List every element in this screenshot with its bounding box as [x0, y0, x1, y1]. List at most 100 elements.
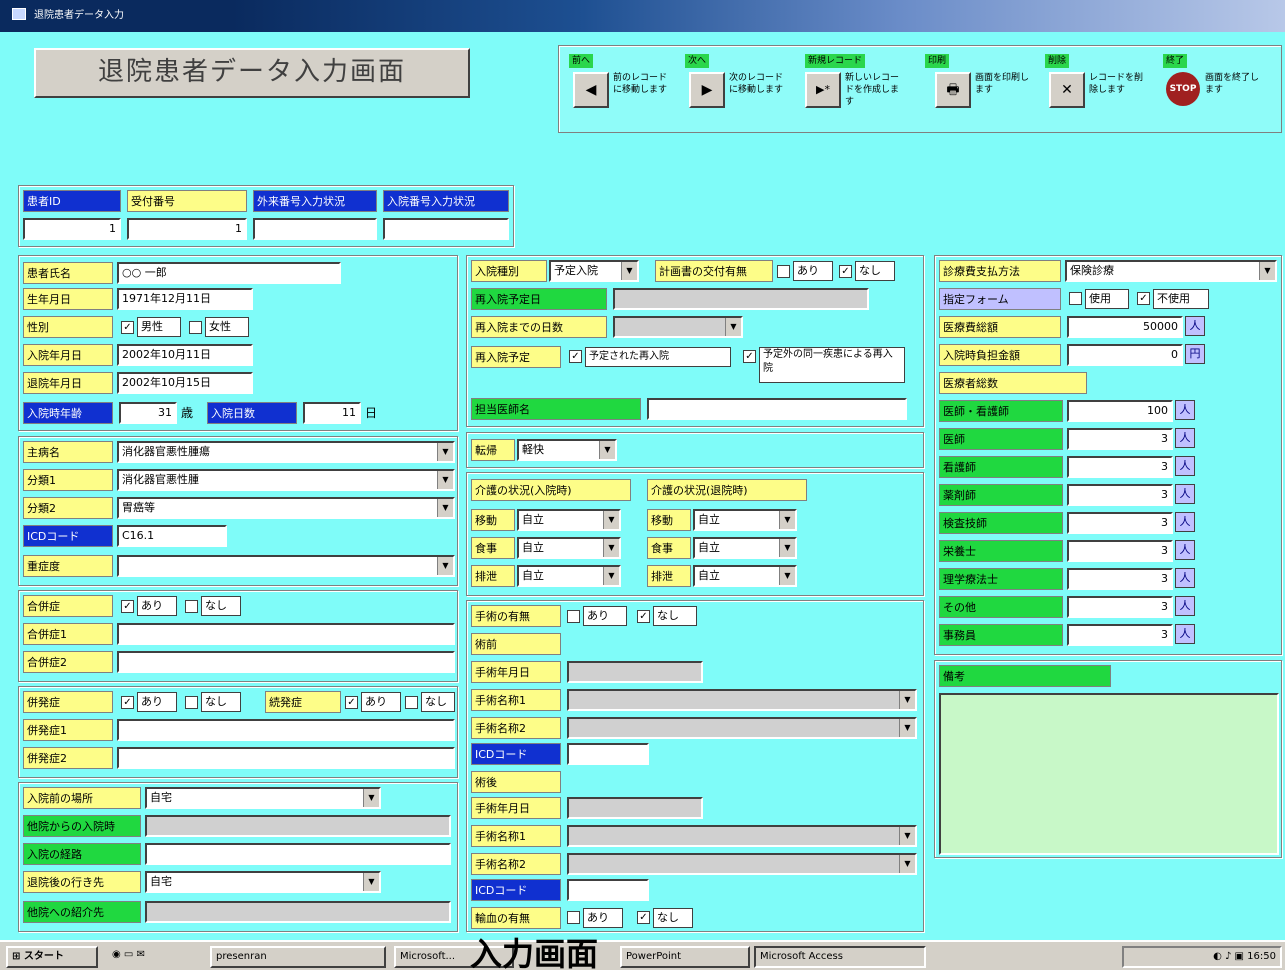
outpatient-status-input[interactable]: [253, 218, 377, 240]
surgery2-proc-a-select[interactable]: ▼: [567, 825, 917, 847]
category2-select[interactable]: 胃癌等 ▼: [117, 497, 455, 519]
staff-row-input[interactable]: 3: [1067, 428, 1173, 450]
surgery2-icd-input[interactable]: [567, 879, 649, 901]
person-icon[interactable]: 人: [1175, 540, 1195, 560]
icd-code-input[interactable]: C16.1: [117, 525, 227, 547]
new-record-button[interactable]: ▶*: [805, 72, 841, 108]
plan-yes-checkbox[interactable]: [777, 265, 790, 278]
name-input[interactable]: ○○ 一郎: [117, 262, 341, 284]
print-button[interactable]: 🖶: [935, 72, 971, 108]
staff-row-input[interactable]: 3: [1067, 512, 1173, 534]
staff-row-input[interactable]: 3: [1067, 624, 1173, 646]
sex-label: 性別: [23, 316, 113, 338]
person-icon[interactable]: 人: [1175, 428, 1195, 448]
discharge-date-input[interactable]: 2002年10月15日: [117, 372, 253, 394]
person-icon[interactable]: 人: [1185, 316, 1205, 336]
adl-admission-select[interactable]: 自立 ▼: [517, 565, 621, 587]
staff-row-input[interactable]: 3: [1067, 596, 1173, 618]
notes-textarea[interactable]: [939, 693, 1279, 855]
complication-no-checkbox[interactable]: [185, 696, 198, 709]
person-icon[interactable]: 人: [1175, 512, 1195, 532]
transfusion-yes-checkbox[interactable]: [567, 911, 580, 924]
sex-female-checkbox[interactable]: [189, 321, 202, 334]
copay-input[interactable]: 0: [1067, 344, 1183, 366]
staff-row-label: 医師・看護師: [939, 400, 1063, 422]
next-record-button[interactable]: ▶: [689, 72, 725, 108]
comorbidity-no-checkbox[interactable]: [185, 600, 198, 613]
referral-dest-input[interactable]: [145, 901, 451, 923]
comorbidity-yes-checkbox[interactable]: ✓: [121, 600, 134, 613]
adl-discharge-select[interactable]: 自立 ▼: [693, 509, 797, 531]
prev-record-button[interactable]: ◀: [573, 72, 609, 108]
post-discharge-select[interactable]: 自宅 ▼: [145, 871, 381, 893]
person-icon[interactable]: 人: [1175, 400, 1195, 420]
delete-button[interactable]: ✕: [1049, 72, 1085, 108]
transfusion-no-checkbox[interactable]: ✓: [637, 911, 650, 924]
severity-select[interactable]: ▼: [117, 555, 455, 577]
surgery1-proc-a-select[interactable]: ▼: [567, 689, 917, 711]
surgery2-proc-b-select[interactable]: ▼: [567, 853, 917, 875]
readmit-unplanned-checkbox[interactable]: ✓: [743, 350, 756, 363]
birthdate-input[interactable]: 1971年12月11日: [117, 288, 253, 310]
quick-launch[interactable]: ◉ ▭ ✉: [108, 946, 200, 968]
age-input[interactable]: 31: [119, 402, 177, 424]
comorbidity1-input[interactable]: [117, 623, 455, 645]
stay-days-input[interactable]: 11: [303, 402, 361, 424]
nav-print-desc: 画面を印刷します: [975, 73, 1030, 95]
surgery1-proc-b-select[interactable]: ▼: [567, 717, 917, 739]
surgery2-date-input[interactable]: [567, 797, 703, 819]
complication2-input[interactable]: [117, 747, 455, 769]
doctor-name-input[interactable]: [647, 398, 907, 420]
sex-male-checkbox[interactable]: ✓: [121, 321, 134, 334]
person-icon[interactable]: 人: [1175, 596, 1195, 616]
taskbar-item[interactable]: PowerPoint: [620, 946, 750, 968]
readmit-planned-option: 予定された再入院: [585, 347, 731, 367]
surgery1-date-input[interactable]: [567, 661, 703, 683]
adl-discharge-select[interactable]: 自立 ▼: [693, 537, 797, 559]
admission-path-input[interactable]: [145, 843, 451, 865]
pre-admission-place-select[interactable]: 自宅 ▼: [145, 787, 381, 809]
sequela-yes-checkbox[interactable]: ✓: [345, 696, 358, 709]
total-cost-input[interactable]: 50000: [1067, 316, 1183, 338]
complication-yes-checkbox[interactable]: ✓: [121, 696, 134, 709]
taskbar-item[interactable]: presenran: [210, 946, 386, 968]
surgery1-icd-input[interactable]: [567, 743, 649, 765]
start-button[interactable]: ⊞ スタート: [6, 946, 98, 968]
admission-type-select[interactable]: 予定入院 ▼: [549, 260, 639, 282]
form-use-checkbox[interactable]: [1069, 292, 1082, 305]
surgery-no-checkbox[interactable]: ✓: [637, 610, 650, 623]
staff-row-input[interactable]: 3: [1067, 484, 1173, 506]
comorbidity2-input[interactable]: [117, 651, 455, 673]
surgery-yes-checkbox[interactable]: [567, 610, 580, 623]
payer-select[interactable]: 保険診療 ▼: [1065, 260, 1277, 282]
outcome-select[interactable]: 軽快 ▼: [517, 439, 617, 461]
exit-button[interactable]: STOP: [1165, 72, 1201, 108]
plan-no-checkbox[interactable]: ✓: [839, 265, 852, 278]
transfer-in-input[interactable]: [145, 815, 451, 837]
staff-row-input[interactable]: 3: [1067, 456, 1173, 478]
adl-discharge-select[interactable]: 自立 ▼: [693, 565, 797, 587]
staff-row-input[interactable]: 3: [1067, 568, 1173, 590]
readmit-planned-checkbox[interactable]: ✓: [569, 350, 582, 363]
complication1-input[interactable]: [117, 719, 455, 741]
person-icon[interactable]: 人: [1175, 568, 1195, 588]
staff-row-input[interactable]: 3: [1067, 540, 1173, 562]
form-nouse-checkbox[interactable]: ✓: [1137, 292, 1150, 305]
sequela-no-checkbox[interactable]: [405, 696, 418, 709]
main-diagnosis-select[interactable]: 消化器官悪性腫瘍 ▼: [117, 441, 455, 463]
readmit-days-select[interactable]: ▼: [613, 316, 743, 338]
person-icon[interactable]: 人: [1175, 456, 1195, 476]
reception-number-input[interactable]: 1: [127, 218, 247, 240]
inpatient-status-input[interactable]: [383, 218, 509, 240]
patient-id-input[interactable]: 1: [23, 218, 121, 240]
readmit-date-input[interactable]: [613, 288, 869, 310]
person-icon[interactable]: 人: [1175, 484, 1195, 504]
staff-row-input[interactable]: 100: [1067, 400, 1173, 422]
window-titlebar[interactable]: 退院患者データ入力: [0, 0, 1285, 32]
admit-date-input[interactable]: 2002年10月11日: [117, 344, 253, 366]
category1-select[interactable]: 消化器官悪性腫 ▼: [117, 469, 455, 491]
adl-admission-select[interactable]: 自立 ▼: [517, 537, 621, 559]
taskbar-item-active[interactable]: Microsoft Access: [754, 946, 926, 968]
person-icon[interactable]: 人: [1175, 624, 1195, 644]
adl-admission-select[interactable]: 自立 ▼: [517, 509, 621, 531]
